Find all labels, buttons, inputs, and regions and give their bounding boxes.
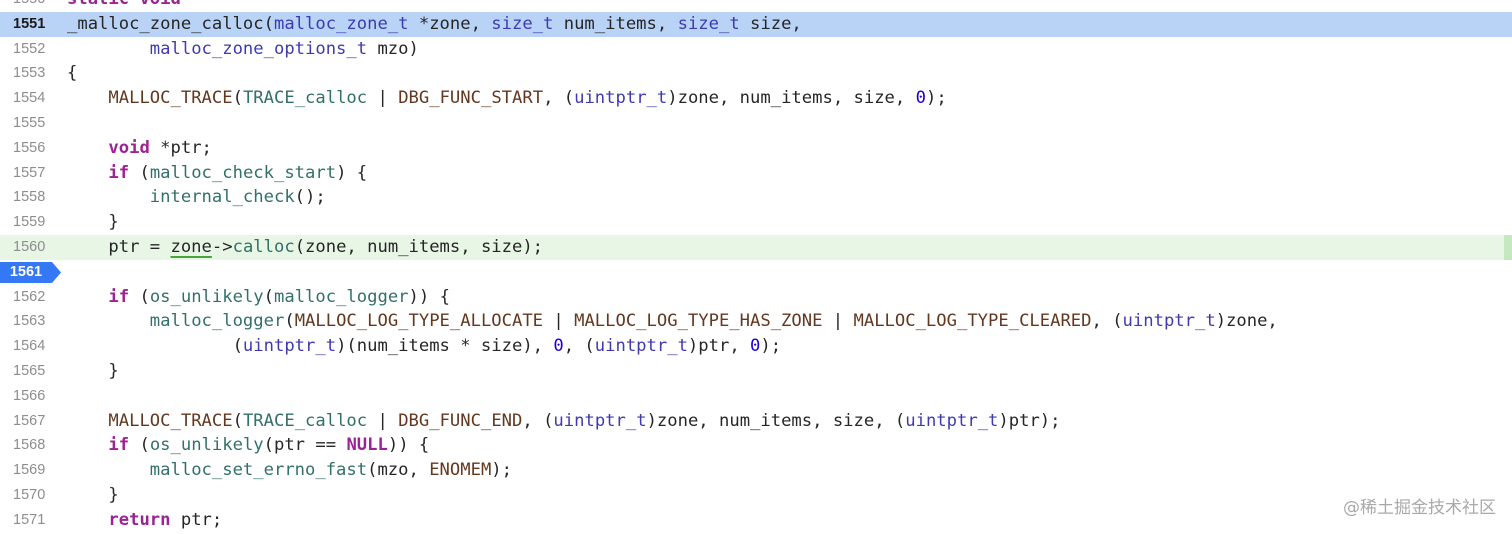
code-line[interactable]: 1565 } <box>0 359 1512 384</box>
line-number[interactable]: 1567 <box>0 409 54 434</box>
code-text[interactable]: malloc_zone_options_t mzo) <box>67 37 419 62</box>
line-number[interactable]: 1565 <box>0 359 54 384</box>
code-line[interactable]: 1570 } <box>0 483 1512 508</box>
code-text[interactable]: MALLOC_TRACE(TRACE_calloc | DBG_FUNC_END… <box>67 409 1060 434</box>
code-text[interactable]: } <box>67 210 118 235</box>
breakpoint-marker[interactable]: 1561 <box>0 261 61 283</box>
line-number[interactable]: 1554 <box>0 86 54 111</box>
line-number[interactable]: 1571 <box>0 508 54 533</box>
code-text[interactable]: return ptr; <box>67 508 222 533</box>
code-line[interactable]: 1564 (uintptr_t)(num_items * size), 0, (… <box>0 334 1512 359</box>
code-text[interactable]: ptr = zone->calloc(zone, num_items, size… <box>67 235 543 260</box>
code-text[interactable]: malloc_logger(MALLOC_LOG_TYPE_ALLOCATE |… <box>67 309 1278 334</box>
code-text[interactable]: if (os_unlikely(malloc_logger)) { <box>67 285 450 310</box>
line-number[interactable]: 1560 <box>0 235 54 260</box>
code-line[interactable]: 1555 <box>0 111 1512 136</box>
line-number[interactable]: 1551 <box>0 12 54 37</box>
code-line[interactable]: 1557 if (malloc_check_start) { <box>0 161 1512 186</box>
code-text[interactable]: { <box>67 61 77 86</box>
code-line[interactable]: 1550 static void * <box>0 0 1512 12</box>
line-number[interactable]: 1557 <box>0 161 54 186</box>
code-line[interactable]: 1567 MALLOC_TRACE(TRACE_calloc | DBG_FUN… <box>0 409 1512 434</box>
code-text[interactable]: internal_check(); <box>67 185 326 210</box>
line-number[interactable]: 1550 <box>0 0 54 12</box>
line-number[interactable]: 1563 <box>0 309 54 334</box>
code-line[interactable]: 1560 ptr = zone->calloc(zone, num_items,… <box>0 234 1512 260</box>
change-indicator <box>1504 234 1512 260</box>
code-line[interactable]: 1563 malloc_logger(MALLOC_LOG_TYPE_ALLOC… <box>0 309 1512 334</box>
line-number[interactable]: 1570 <box>0 483 54 508</box>
code-line[interactable]: 1551 _malloc_zone_calloc(malloc_zone_t *z… <box>0 11 1512 37</box>
line-number[interactable]: 1568 <box>0 433 54 458</box>
code-text[interactable]: } <box>67 359 118 384</box>
line-number[interactable]: 1555 <box>0 111 54 136</box>
code-text[interactable]: _malloc_zone_calloc(malloc_zone_t *zone,… <box>67 12 802 37</box>
code-line[interactable]: 1561 <box>0 260 1512 285</box>
code-line[interactable]: 1554 MALLOC_TRACE(TRACE_calloc | DBG_FUN… <box>0 86 1512 111</box>
code-text[interactable]: void *ptr; <box>67 136 212 161</box>
line-number[interactable]: 1569 <box>0 458 54 483</box>
code-text[interactable]: } <box>67 483 118 508</box>
code-text[interactable]: static void * <box>67 0 202 12</box>
line-number[interactable]: 1556 <box>0 136 54 161</box>
line-number[interactable]: 1552 <box>0 37 54 62</box>
code-line[interactable]: 1568 if (os_unlikely(ptr == NULL)) { <box>0 433 1512 458</box>
code-editor[interactable]: 1550 static void * 1551 _malloc_zone_calloc… <box>0 0 1512 533</box>
code-text[interactable]: (uintptr_t)(num_items * size), 0, (uintp… <box>67 334 782 359</box>
code-text[interactable]: if (malloc_check_start) { <box>67 161 367 186</box>
code-line[interactable]: 1571 return ptr; <box>0 508 1512 533</box>
line-number: 1561 <box>9 263 43 280</box>
code-line[interactable]: 1553 { <box>0 61 1512 86</box>
code-line[interactable]: 1569 malloc_set_errno_fast(mzo, ENOMEM); <box>0 458 1512 483</box>
code-line[interactable]: 1556 void *ptr; <box>0 136 1512 161</box>
line-number[interactable]: 1564 <box>0 334 54 359</box>
line-number[interactable]: 1559 <box>0 210 54 235</box>
line-number[interactable]: 1553 <box>0 61 54 86</box>
code-text[interactable]: if (os_unlikely(ptr == NULL)) { <box>67 433 429 458</box>
line-number[interactable]: 1562 <box>0 285 54 310</box>
code-text[interactable]: MALLOC_TRACE(TRACE_calloc | DBG_FUNC_STA… <box>67 86 946 111</box>
code-text[interactable]: malloc_set_errno_fast(mzo, ENOMEM); <box>67 458 512 483</box>
code-line[interactable]: 1558 internal_check(); <box>0 185 1512 210</box>
code-line[interactable]: 1566 <box>0 384 1512 409</box>
line-number[interactable]: 1566 <box>0 384 54 409</box>
watermark: @稀土掘金技术社区 <box>1343 498 1496 518</box>
code-line[interactable]: 1559 } <box>0 210 1512 235</box>
code-line[interactable]: 1562 if (os_unlikely(malloc_logger)) { <box>0 285 1512 310</box>
code-line[interactable]: 1552 malloc_zone_options_t mzo) <box>0 37 1512 62</box>
line-number[interactable]: 1558 <box>0 185 54 210</box>
